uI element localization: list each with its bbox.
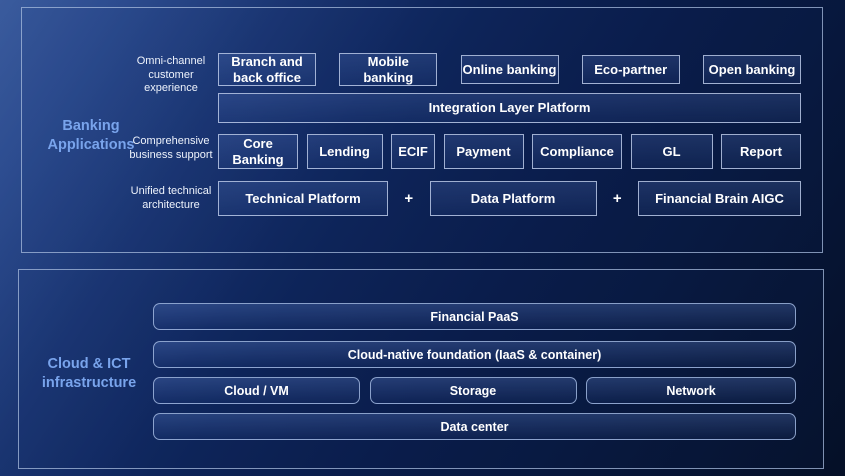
cloud-panel-title: Cloud & ICT infrastructure xyxy=(33,355,145,393)
label-line: architecture xyxy=(116,199,226,213)
label-line: Comprehensive xyxy=(116,135,226,149)
box-payment: Payment xyxy=(444,134,524,169)
box-data-platform: Data Platform xyxy=(430,181,597,216)
box-storage: Storage xyxy=(370,377,577,404)
box-financial-paas: Financial PaaS xyxy=(153,303,796,330)
box-branch-and-back-office: Branch and back office xyxy=(218,53,316,86)
label-line: experience xyxy=(116,82,226,96)
box-integration-layer-platform: Integration Layer Platform xyxy=(218,93,801,123)
label-line: Omni-channel xyxy=(116,55,226,69)
box-label: Eco-partner xyxy=(594,62,667,77)
label-line: Unified technical xyxy=(116,185,226,199)
box-label: Compliance xyxy=(540,144,614,159)
box-label: back office xyxy=(233,70,301,85)
box-label: Lending xyxy=(319,144,370,159)
box-core-banking: Core Banking xyxy=(218,134,298,169)
box-label: banking xyxy=(363,70,413,85)
box-label: Financial Brain AIGC xyxy=(655,191,784,206)
box-label: Network xyxy=(666,384,715,398)
cloud-title-line1: Cloud & ICT xyxy=(33,355,145,374)
box-label: Data center xyxy=(440,420,508,434)
box-lending: Lending xyxy=(307,134,383,169)
box-cloud-vm: Cloud / VM xyxy=(153,377,360,404)
cloud-title-line2: infrastructure xyxy=(33,374,145,393)
label-comprehensive-business-support: Comprehensive business support xyxy=(116,135,226,162)
box-label: Report xyxy=(740,144,782,159)
box-online-banking: Online banking xyxy=(461,55,559,84)
box-label: Open banking xyxy=(709,62,796,77)
box-gl: GL xyxy=(631,134,713,169)
platforms-row: Technical Platform + Data Platform + Fin… xyxy=(218,181,801,216)
box-ecif: ECIF xyxy=(391,134,435,169)
box-data-center: Data center xyxy=(153,413,796,440)
box-label: Cloud-native foundation (IaaS & containe… xyxy=(348,348,601,362)
box-label: Mobile xyxy=(368,54,409,69)
box-label: Financial PaaS xyxy=(430,310,518,324)
box-label: Core xyxy=(243,136,273,151)
box-label: GL xyxy=(662,144,680,159)
plus-sign: + xyxy=(399,190,419,207)
box-label: Online banking xyxy=(463,62,557,77)
infrastructure-resources-row: Cloud / VM Storage Network xyxy=(153,377,796,404)
box-compliance: Compliance xyxy=(532,134,622,169)
box-report: Report xyxy=(721,134,801,169)
box-financial-brain-aigc: Financial Brain AIGC xyxy=(638,181,801,216)
box-label: Technical Platform xyxy=(245,191,360,206)
box-label: Payment xyxy=(456,144,510,159)
plus-sign: + xyxy=(607,190,627,207)
box-open-banking: Open banking xyxy=(703,55,801,84)
box-label: Banking xyxy=(232,152,283,167)
banking-applications-panel: Banking Applications Omni-channel custom… xyxy=(21,7,823,253)
box-label: Integration Layer Platform xyxy=(429,100,591,115)
box-label: Data Platform xyxy=(471,191,556,206)
box-network: Network xyxy=(586,377,796,404)
label-line: business support xyxy=(116,149,226,163)
channel-boxes-row: Branch and back office Mobile banking On… xyxy=(218,53,801,86)
box-technical-platform: Technical Platform xyxy=(218,181,388,216)
box-label: Storage xyxy=(450,384,497,398)
business-systems-row: Core Banking Lending ECIF Payment Compli… xyxy=(218,134,801,169)
box-label: ECIF xyxy=(398,144,428,159)
box-cloud-native-foundation: Cloud-native foundation (IaaS & containe… xyxy=(153,341,796,368)
box-eco-partner: Eco-partner xyxy=(582,55,680,84)
banking-title-line1: Banking xyxy=(35,117,147,136)
architecture-diagram: Banking Applications Omni-channel custom… xyxy=(0,0,845,476)
label-line: customer xyxy=(116,69,226,83)
box-mobile-banking: Mobile banking xyxy=(339,53,437,86)
cloud-ict-infrastructure-panel: Cloud & ICT infrastructure Financial Paa… xyxy=(18,269,824,469)
label-omni-channel-customer-experience: Omni-channel customer experience xyxy=(116,55,226,96)
box-label: Cloud / VM xyxy=(224,384,289,398)
label-unified-technical-architecture: Unified technical architecture xyxy=(116,185,226,212)
box-label: Branch and xyxy=(231,54,303,69)
